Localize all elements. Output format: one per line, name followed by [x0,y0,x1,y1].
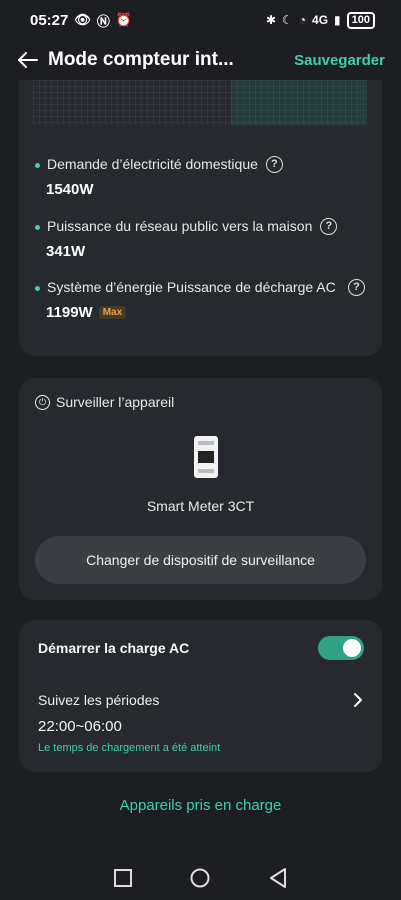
triangle-back-nav-icon[interactable] [263,863,293,893]
alarm-icon: ⏰ [115,12,133,27]
network-label: 4G [312,13,329,27]
back-arrow-icon[interactable] [16,48,40,72]
status-left: 05:27 👁 Ⓝ ⏰ [30,11,132,30]
status-right: ✱ ☾ ◔ 4G ▮ 100 [265,11,375,29]
charge-card: Démarrer la charge AC Suivez les période… [19,620,382,772]
square-nav-icon[interactable] [108,863,138,893]
status-time: 05:27 [30,11,69,29]
metric-value: 1540W [46,181,94,198]
app-header: Mode compteur int... Sauvegarder [0,40,401,80]
moon-icon: ☾ [282,13,293,27]
chart-highlight-zone [231,80,367,125]
metric-home-demand: Demande d’électricité domestique ? 1540W [35,156,365,198]
periods-label: Suivez les périodes [38,692,160,708]
max-badge: Max [98,306,127,319]
metric-label: Demande d’électricité domestique [47,156,258,172]
bullet-dot [35,286,40,291]
monitor-card: ⏻ Surveiller l’appareil Smart Meter 3CT … [19,378,382,600]
help-icon[interactable]: ? [348,279,365,296]
bluetooth-icon: ✱ [265,13,276,27]
system-nav-bar [0,856,401,900]
chevron-right-icon [354,693,362,707]
wifi-icon: ◔ [298,13,307,27]
bullet-dot [35,163,40,168]
monitor-title: ⏻ Surveiller l’appareil [35,394,174,410]
ac-charge-label: Démarrer la charge AC [38,640,190,656]
metric-grid-to-home: Puissance du réseau public vers la maiso… [35,218,365,260]
toggle-knob [343,639,361,657]
bullet-dot [35,225,40,230]
ac-charge-toggle[interactable] [318,636,364,660]
signal-icon: ▮ [334,13,341,27]
change-monitor-device-button[interactable]: Changer de dispositif de surveillance [35,536,366,584]
save-button[interactable]: Sauvegarder [294,52,385,69]
monitor-title-label: Surveiller l’appareil [56,394,175,410]
energy-chart-area [33,80,367,125]
period-note: Le temps de chargement a été atteint [38,742,221,754]
periods-row[interactable]: Suivez les périodes [38,692,364,708]
ac-charge-row: Démarrer la charge AC [38,636,364,660]
device-name: Smart Meter 3CT [146,498,255,514]
period-time: 22:00~06:00 [38,718,122,735]
help-icon[interactable]: ? [320,218,338,235]
smart-meter-icon [194,436,218,478]
metric-value: 341W [46,243,86,260]
plug-icon: ⏻ [35,394,50,410]
metric-value: 1199W [46,304,93,321]
status-bar: 05:27 👁 Ⓝ ⏰ ✱ ☾ ◔ 4G ▮ 100 [0,0,401,40]
circle-nav-icon[interactable] [185,863,215,893]
help-icon[interactable]: ? [265,156,283,173]
supported-devices-link[interactable]: Appareils pris en charge [0,797,401,814]
metric-label: Puissance du réseau public vers la maiso… [47,218,313,234]
battery-indicator: 100 [346,11,375,29]
eye-icon: 👁 [74,12,91,27]
nfc-icon: Ⓝ [96,13,110,29]
metric-label: Système d’énergie Puissance de décharge … [47,279,336,295]
metric-ac-discharge: Système d’énergie Puissance de décharge … [35,279,365,321]
energy-card: Demande d’électricité domestique ? 1540W… [19,80,382,356]
page-title: Mode compteur int... [48,49,234,70]
